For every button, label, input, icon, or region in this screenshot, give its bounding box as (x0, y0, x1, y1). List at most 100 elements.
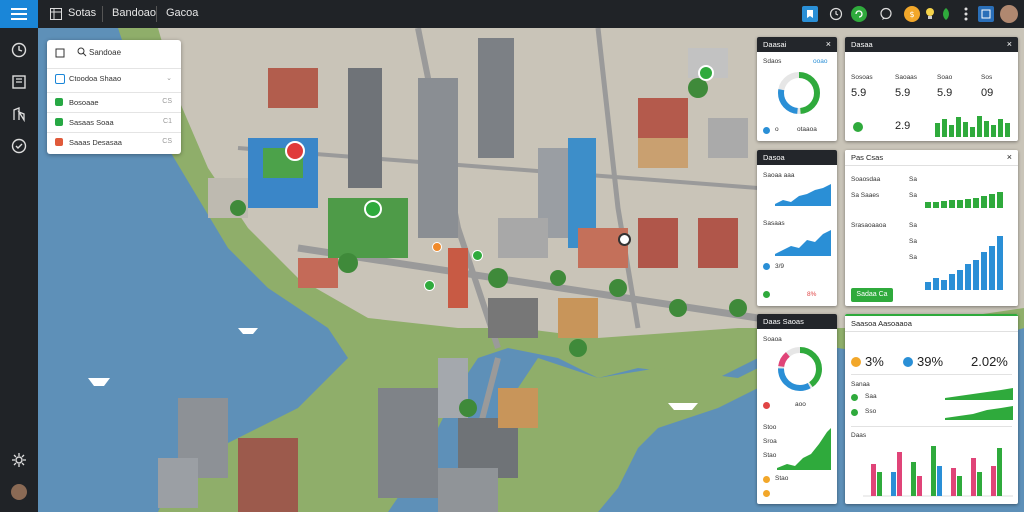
settings-icon[interactable] (9, 450, 29, 470)
card-title: Saasoa Aasoaaoa (851, 319, 912, 328)
book-icon[interactable] (9, 72, 29, 92)
map-pin-red[interactable] (285, 141, 305, 161)
row-value: Sa (909, 254, 917, 261)
layers-panel: Sandoae Ctoodoa Shaao ⌄ Bosoaae CS Sasaa… (47, 40, 181, 154)
legend-dot-icon (763, 127, 770, 134)
card-title: Dasaa (851, 40, 873, 49)
row-label: Srasaoaaoa (851, 222, 887, 229)
grid-icon (48, 6, 64, 22)
map-pin-white[interactable] (618, 233, 631, 246)
close-icon[interactable]: × (826, 39, 831, 49)
legend-dot-icon (763, 291, 770, 298)
stat-value: 5.9 (937, 87, 953, 99)
leaf-icon[interactable] (938, 6, 954, 22)
layer-dropdown[interactable]: Ctoodoa Shaao ⌄ (47, 68, 181, 91)
bookmark-icon[interactable] (802, 6, 818, 22)
metric-value: 2.02% (971, 354, 1008, 369)
chart-label: Daas (851, 432, 867, 439)
card-header: Saasoa Aasoaaoa (845, 314, 1018, 332)
menu-bandoao[interactable]: Bandoao (112, 7, 156, 19)
close-icon[interactable]: × (1007, 39, 1012, 49)
layer-item-meta: C1 (163, 118, 172, 125)
card-bar-list: Pas Csas × Soaosdaa Sa Sa Saaes Sa Srasao… (845, 150, 1018, 306)
stat-value: 09 (981, 87, 994, 99)
layer-toggle-icon[interactable] (55, 118, 63, 126)
clock-icon[interactable] (9, 40, 29, 60)
bar-chart-blue (925, 236, 1003, 290)
row-value: Sa (909, 176, 917, 183)
layer-item-meta: CS (162, 98, 172, 105)
refresh-icon[interactable] (851, 6, 867, 22)
layer-item-label: Saaas Desasaa (69, 138, 122, 147)
footer-text: otaaoa (797, 126, 817, 133)
legend-dot-icon (763, 263, 770, 270)
dropdown-label: Ctoodoa Shaao (69, 74, 122, 83)
card-title: Pas Csas (851, 153, 884, 162)
map-pin-green-3[interactable] (472, 250, 483, 261)
metric-value: 39% (917, 354, 944, 369)
layers-icon (55, 48, 65, 60)
layer-toggle-icon[interactable] (55, 98, 63, 106)
metric-value: 3% (865, 354, 884, 369)
card-area-charts: Dasoa Saoaa aaa Sasaas 3/9 8% (757, 150, 837, 306)
donut-chart (778, 72, 820, 114)
metric-icon (903, 357, 913, 367)
area-chart-blue-2 (775, 230, 831, 256)
menu-sotas[interactable]: Sotas (68, 7, 96, 19)
divider (851, 374, 1012, 375)
close-icon[interactable]: × (1007, 152, 1012, 162)
mini-bar-chart (935, 116, 1010, 137)
stat-value: 5.9 (895, 87, 911, 99)
user-avatar[interactable] (9, 482, 29, 502)
map-pin-green[interactable] (364, 200, 382, 218)
menu-gacoa[interactable]: Gacoa (166, 7, 198, 19)
area-chart-blue-1 (775, 184, 831, 206)
card-header: Daasai × (757, 37, 837, 52)
stat-header: Saoaas (895, 74, 918, 81)
row-value: 8% (807, 291, 817, 298)
row-value: Sa (909, 192, 917, 199)
row-label: Sasaas (763, 220, 785, 227)
layer-item-2[interactable]: Sasaas Soaa C1 (47, 112, 181, 133)
check-circle-icon[interactable] (9, 136, 29, 156)
chevron-down-icon: ⌄ (166, 75, 172, 82)
svg-text:$: $ (910, 10, 915, 19)
row-label: Soaosdaa (851, 176, 881, 183)
action-button[interactable]: Sadaa Ca (851, 288, 893, 302)
map-pin-green-4[interactable] (424, 280, 435, 291)
more-vertical-icon[interactable] (958, 6, 974, 22)
history-icon[interactable] (828, 6, 844, 22)
row-label: Sroa (763, 438, 777, 445)
stat-header: Sosoas (851, 74, 873, 81)
card-badge: ooao (813, 58, 828, 65)
divider (102, 6, 103, 22)
search-icon[interactable] (77, 47, 87, 59)
layer-toggle-icon[interactable] (55, 138, 63, 146)
coin-icon[interactable]: $ (904, 6, 920, 22)
menu-button[interactable] (0, 0, 38, 28)
chat-icon[interactable] (878, 6, 894, 22)
stat-header: Soao (937, 74, 953, 81)
map-pin-green-2[interactable] (698, 65, 714, 81)
layer-item-1[interactable]: Bosoaae CS (47, 92, 181, 113)
bulb-icon[interactable] (922, 6, 938, 22)
card-header: Daas Saoas (757, 314, 837, 329)
legend-dot-icon (763, 490, 770, 497)
layer-item-label: Sasaas Soaa (69, 118, 114, 127)
map-layers-icon[interactable] (978, 6, 994, 22)
donut-chart (778, 347, 822, 391)
metric-icon (851, 357, 861, 367)
building-icon[interactable] (9, 104, 29, 124)
stat-header: Sos (981, 74, 993, 81)
layer-item-3[interactable]: Saaas Desasaa CS (47, 132, 181, 153)
card-header: Pas Csas × (845, 150, 1018, 166)
card-title: Daas Saoas (763, 317, 804, 326)
card-donut-2: Daas Saoas Soaoa aoo Stoo Sroa Stao Stao (757, 314, 837, 504)
hamburger-icon (11, 8, 27, 20)
card-title: Daasai (763, 40, 787, 49)
layer-item-meta: CS (162, 138, 172, 145)
row-label: Soaoa (763, 336, 782, 343)
map-pin-orange[interactable] (432, 242, 442, 252)
profile-avatar[interactable] (1000, 5, 1018, 23)
layer-item-label: Bosoaae (69, 98, 99, 107)
